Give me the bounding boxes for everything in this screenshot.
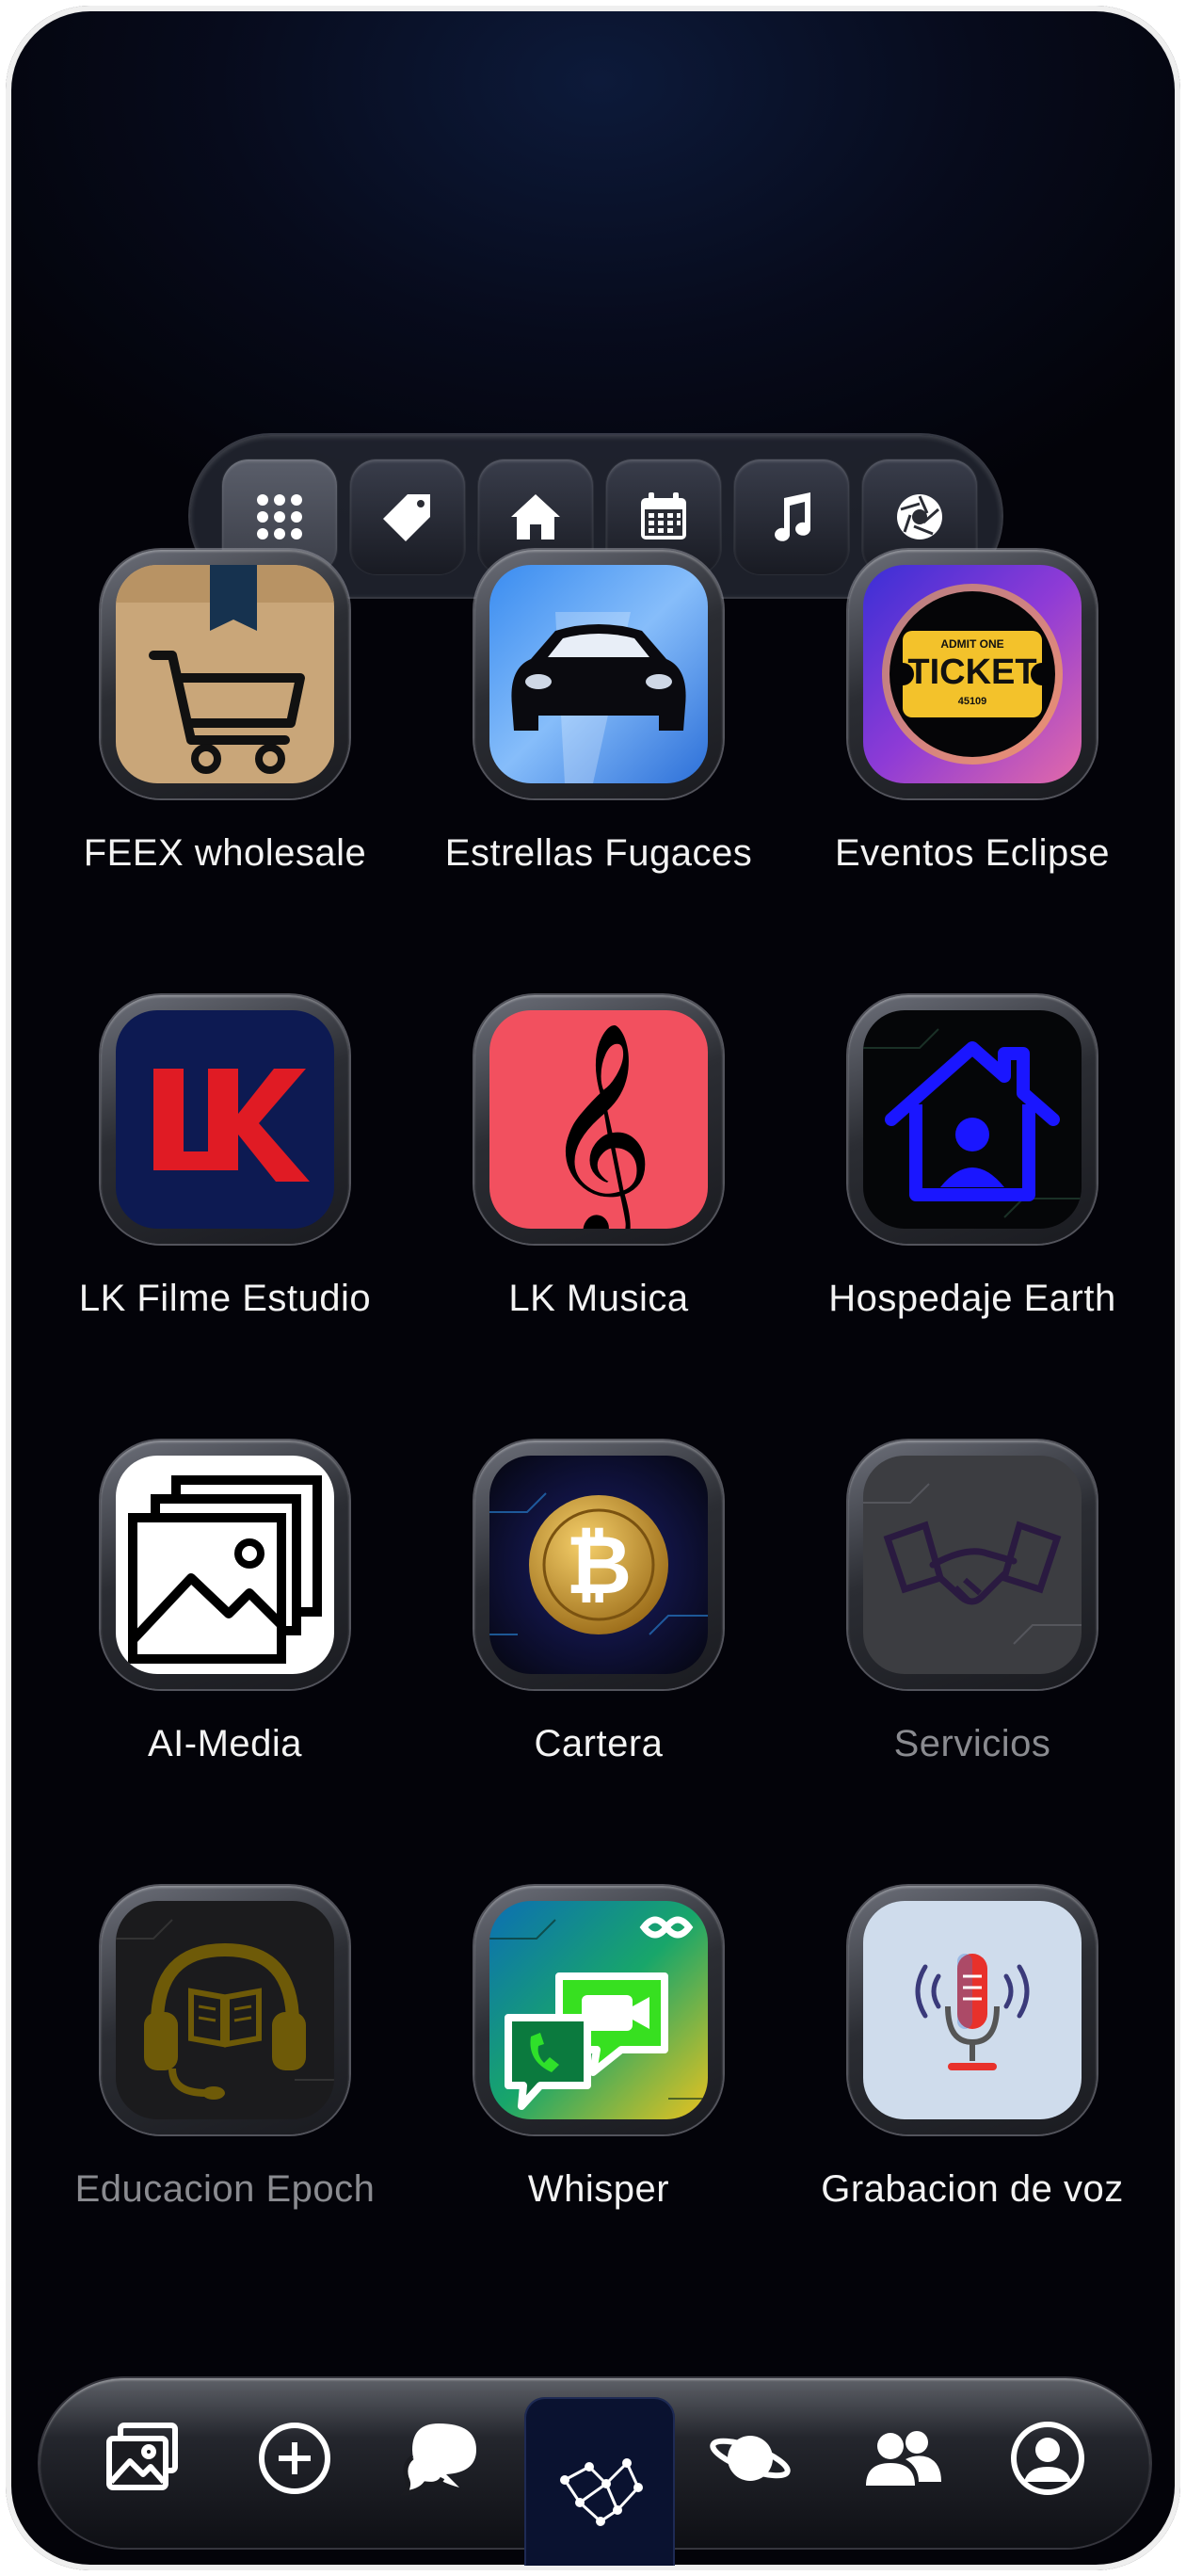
apps-grid-icon <box>257 494 302 539</box>
phone-screen: FEEX wholesale Estrellas Fugaces ADMIT O… <box>6 6 1180 2570</box>
bottom-nav <box>40 2378 1150 2570</box>
app-label: Hospedaje Earth <box>828 1278 1116 1319</box>
app-label: LK Filme Estudio <box>78 1278 372 1319</box>
add-circle-icon <box>259 2423 330 2494</box>
aperture-icon <box>897 494 942 539</box>
planet-icon <box>710 2436 791 2481</box>
app-eventos-eclipse[interactable]: ADMIT ONE TICKET 45109 Eventos Eclipse <box>812 550 1132 908</box>
app-label: Cartera <box>534 1723 664 1764</box>
microphone-icon <box>863 1901 1082 2119</box>
svg-text:𝄞: 𝄞 <box>543 1021 654 1229</box>
people-icon <box>866 2431 941 2486</box>
network-icon <box>560 2458 643 2526</box>
car-icon <box>489 565 708 783</box>
nav-network[interactable] <box>524 2397 675 2570</box>
home-icon <box>511 494 560 539</box>
app-label: FEEX wholesale <box>83 832 367 874</box>
app-estrellas-fugaces[interactable]: Estrellas Fugaces <box>439 550 759 908</box>
profile-icon <box>1011 2422 1084 2495</box>
treble-clef-icon: 𝄞 <box>489 1010 708 1229</box>
image-gallery-icon <box>116 1456 334 1674</box>
svg-text:ADMIT ONE: ADMIT ONE <box>940 637 1003 651</box>
app-label: Estrellas Fugaces <box>444 832 753 874</box>
chat-bubbles-icon <box>401 2423 476 2497</box>
headphones-book-icon <box>116 1901 334 2119</box>
ticket-icon: ADMIT ONE TICKET 45109 <box>863 565 1082 783</box>
svg-text:45109: 45109 <box>958 696 987 707</box>
app-label: Grabacion de voz <box>821 2168 1124 2210</box>
app-whisper[interactable]: Whisper <box>439 1886 759 2244</box>
shopping-cart-icon <box>116 565 334 783</box>
app-feex-wholesale[interactable]: FEEX wholesale <box>65 550 385 908</box>
svg-text:TICKET: TICKET <box>907 652 1036 692</box>
calendar-icon <box>641 492 686 539</box>
app-lk-filme-estudio[interactable]: LK Filme Estudio <box>65 995 385 1353</box>
nav-gallery[interactable] <box>90 2407 194 2510</box>
bitcoin-icon: ₿ <box>489 1456 708 1674</box>
app-ai-media[interactable]: AI-Media <box>65 1441 385 1798</box>
video-chat-icon <box>489 1901 708 2119</box>
house-user-icon <box>863 1010 1082 1229</box>
gallery-icon <box>106 2423 178 2490</box>
app-label: Whisper <box>527 2168 670 2210</box>
app-educacion-epoch[interactable]: Educacion Epoch <box>65 1886 385 2244</box>
app-label: Eventos Eclipse <box>834 832 1111 874</box>
tag-icon <box>383 494 430 541</box>
app-label: AI-Media <box>147 1723 303 1764</box>
app-label: Educacion Epoch <box>74 2168 376 2210</box>
svg-text:₿: ₿ <box>566 1519 632 1613</box>
app-label: LK Musica <box>508 1278 689 1319</box>
music-note-icon <box>775 492 811 541</box>
app-grabacion-de-voz[interactable]: Grabacion de voz <box>812 1886 1132 2244</box>
app-servicios[interactable]: Servicios <box>812 1441 1132 1798</box>
handshake-icon <box>863 1456 1082 1674</box>
nav-profile[interactable] <box>996 2407 1099 2510</box>
nav-chat[interactable] <box>392 2407 495 2510</box>
app-label: Servicios <box>893 1723 1051 1764</box>
lk-logo-icon <box>116 1010 334 1229</box>
nav-community[interactable] <box>851 2407 954 2510</box>
app-cartera[interactable]: ₿ Cartera <box>439 1441 759 1798</box>
app-hospedaje-earth[interactable]: Hospedaje Earth <box>812 995 1132 1353</box>
nav-add[interactable] <box>243 2407 346 2510</box>
app-lk-musica[interactable]: 𝄞 LK Musica <box>439 995 759 1353</box>
nav-explore[interactable] <box>698 2407 802 2510</box>
